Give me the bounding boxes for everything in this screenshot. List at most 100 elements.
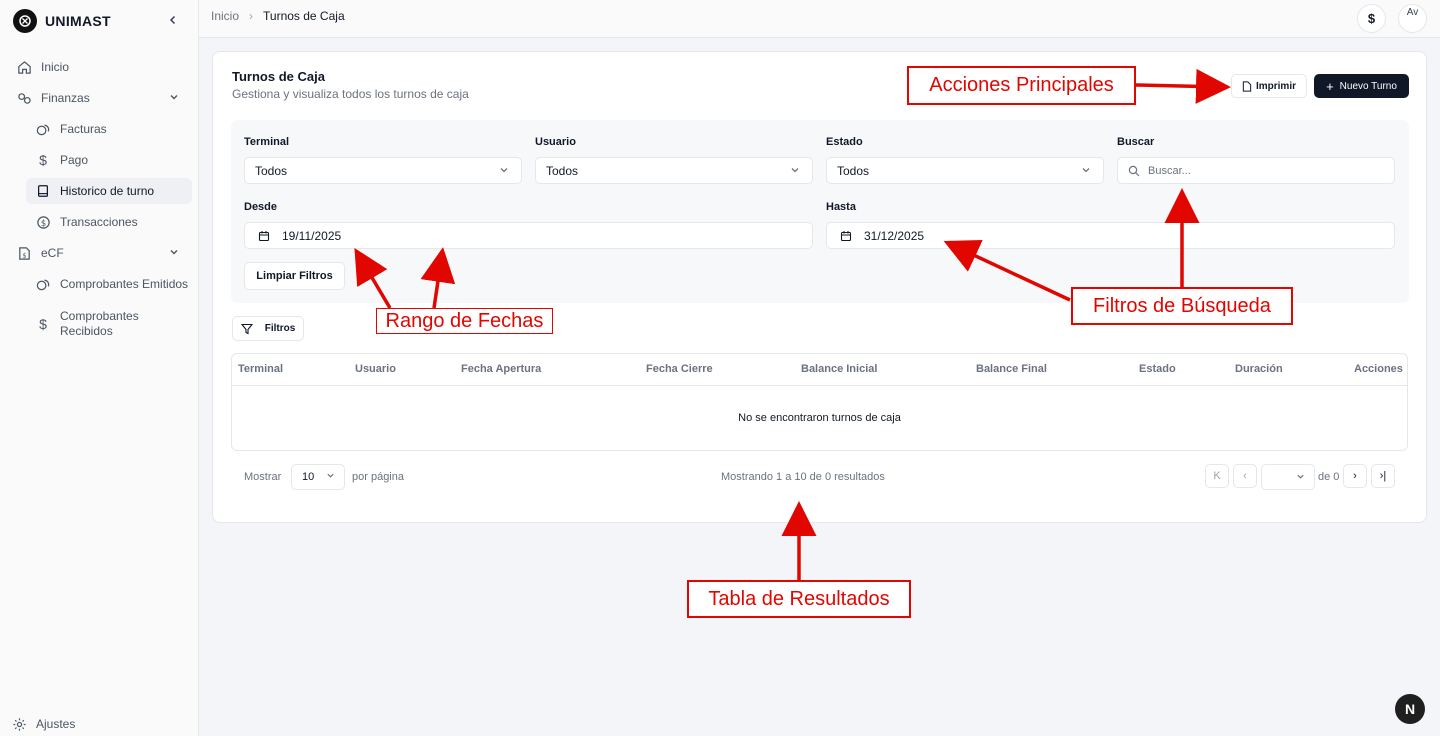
chevron-down-icon bbox=[1081, 164, 1091, 178]
sidebar-item-inicio[interactable]: Inicio bbox=[15, 54, 185, 80]
terminal-label: Terminal bbox=[244, 136, 290, 148]
results-table: Terminal Usuario Fecha Apertura Fecha Ci… bbox=[231, 353, 1408, 451]
usuario-label: Usuario bbox=[535, 136, 576, 148]
sidebar-item-label: Finanzas bbox=[41, 91, 90, 105]
coins-icon bbox=[34, 120, 52, 138]
sidebar-item-ecf[interactable]: $ eCF bbox=[15, 240, 185, 266]
estado-value: Todos bbox=[837, 163, 870, 178]
column-header[interactable]: Usuario bbox=[355, 363, 396, 375]
page-select[interactable] bbox=[1261, 464, 1315, 490]
first-page-icon[interactable]: K bbox=[1205, 464, 1229, 488]
desde-value: 19/11/2025 bbox=[282, 228, 342, 243]
column-header[interactable]: Fecha Apertura bbox=[461, 363, 541, 375]
sidebar-item-ajustes[interactable]: Ajustes bbox=[10, 711, 130, 736]
sidebar-item-label: Pago bbox=[60, 153, 89, 167]
desde-date-field[interactable]: 19/11/2025 bbox=[244, 222, 813, 249]
chevron-down-icon bbox=[1296, 470, 1305, 484]
document-dollar-icon: $ bbox=[15, 244, 33, 262]
filters-panel: Terminal Todos Usuario Todos Estado Todo… bbox=[231, 120, 1409, 303]
annotation-tabla: Tabla de Resultados bbox=[687, 580, 911, 618]
breadcrumb-home[interactable]: Inicio bbox=[211, 9, 239, 23]
terminal-value: Todos bbox=[255, 163, 288, 178]
column-header[interactable]: Fecha Cierre bbox=[646, 363, 713, 375]
sidebar-item-label: Ajustes bbox=[36, 717, 76, 731]
new-turno-label: Nuevo Turno bbox=[1339, 80, 1397, 92]
sidebar-item-label: Historico de turno bbox=[60, 184, 155, 198]
calendar-icon bbox=[840, 230, 852, 242]
sidebar-collapse-icon[interactable] bbox=[164, 10, 182, 30]
results-summary: Mostrando 1 a 10 de 0 resultados bbox=[721, 471, 885, 483]
chevron-down-icon bbox=[169, 246, 179, 260]
terminal-select[interactable]: Todos bbox=[244, 157, 522, 184]
buscar-label: Buscar bbox=[1117, 136, 1155, 148]
brand[interactable]: UNIMAST bbox=[13, 9, 111, 33]
sidebar: UNIMAST Inicio Finanzas Facturas $ Pago … bbox=[0, 0, 199, 736]
last-page-icon[interactable]: ›| bbox=[1371, 464, 1395, 488]
filter-icon bbox=[240, 323, 253, 335]
sidebar-item-historico-de-turno[interactable]: Historico de turno bbox=[26, 178, 192, 204]
currency-button[interactable]: $ bbox=[1357, 4, 1386, 33]
hasta-date-field[interactable]: 31/12/2025 bbox=[826, 222, 1395, 249]
annotation-filtros: Filtros de Búsqueda bbox=[1071, 287, 1293, 325]
sidebar-item-comprobantes-emitidos[interactable]: Comprobantes Emitidos bbox=[34, 271, 192, 297]
empty-message: No se encontraron turnos de caja bbox=[738, 412, 901, 424]
per-page-label: por página bbox=[352, 471, 404, 483]
sidebar-item-finanzas[interactable]: Finanzas bbox=[15, 85, 185, 111]
column-header[interactable]: Duración bbox=[1235, 363, 1283, 375]
filters-toggle-label: Filtros bbox=[264, 323, 296, 334]
chevron-down-icon bbox=[499, 164, 509, 178]
calendar-icon bbox=[258, 230, 270, 242]
avatar[interactable]: Av bbox=[1398, 4, 1427, 33]
breadcrumb-separator-icon: › bbox=[249, 9, 254, 23]
svg-text:$: $ bbox=[40, 217, 45, 227]
coins-icon bbox=[34, 275, 52, 293]
print-button[interactable]: Imprimir bbox=[1231, 74, 1307, 98]
sidebar-item-label: Comprobantes Emitidos bbox=[60, 277, 189, 291]
column-header[interactable]: Balance Inicial bbox=[801, 363, 877, 375]
chevron-down-icon bbox=[169, 91, 179, 105]
clear-filters-button[interactable]: Limpiar Filtros bbox=[244, 262, 345, 290]
page-size-select[interactable]: 10 bbox=[291, 464, 345, 490]
search-icon bbox=[1128, 165, 1140, 177]
topbar: Inicio › Turnos de Caja $ Av bbox=[199, 0, 1440, 38]
home-icon bbox=[15, 58, 33, 76]
sidebar-item-label: eCF bbox=[41, 246, 64, 260]
next-page-icon[interactable]: › bbox=[1343, 464, 1367, 488]
table-header: Terminal Usuario Fecha Apertura Fecha Ci… bbox=[232, 354, 1407, 386]
dollar-icon: $ bbox=[39, 152, 47, 168]
annotation-acciones: Acciones Principales bbox=[907, 66, 1136, 105]
column-header[interactable]: Acciones bbox=[1354, 363, 1403, 375]
breadcrumb-current: Turnos de Caja bbox=[263, 9, 345, 23]
chevron-down-icon bbox=[790, 164, 800, 178]
page-title: Turnos de Caja bbox=[232, 69, 325, 84]
sidebar-item-label: Comprobantes Recibidos bbox=[60, 309, 139, 338]
column-header[interactable]: Balance Final bbox=[976, 363, 1047, 375]
filters-toggle-button[interactable]: Filtros bbox=[232, 316, 304, 341]
page-subtitle: Gestiona y visualiza todos los turnos de… bbox=[232, 87, 469, 101]
plus-icon: + bbox=[1326, 78, 1334, 94]
hasta-label: Hasta bbox=[826, 201, 856, 213]
search-input[interactable]: Buscar... bbox=[1117, 157, 1395, 184]
estado-label: Estado bbox=[826, 136, 863, 148]
usuario-value: Todos bbox=[546, 163, 579, 178]
brand-logo-icon bbox=[13, 9, 37, 33]
sidebar-item-transacciones[interactable]: $ Transacciones bbox=[34, 209, 192, 235]
search-placeholder: Buscar... bbox=[1148, 164, 1191, 177]
desde-label: Desde bbox=[244, 201, 278, 213]
column-header[interactable]: Estado bbox=[1139, 363, 1176, 375]
sidebar-item-pago[interactable]: $ Pago bbox=[34, 147, 192, 173]
sidebar-item-comprobantes-recibidos[interactable]: $ Comprobantes Recibidos bbox=[34, 307, 154, 341]
assistant-button[interactable]: N bbox=[1395, 694, 1425, 724]
page-size-value: 10 bbox=[302, 471, 315, 483]
column-header[interactable]: Terminal bbox=[238, 363, 283, 375]
brand-name: UNIMAST bbox=[45, 13, 111, 29]
annotation-fechas: Rango de Fechas bbox=[376, 308, 553, 334]
prev-page-icon[interactable]: ‹ bbox=[1233, 464, 1257, 488]
usuario-select[interactable]: Todos bbox=[535, 157, 813, 184]
dollar-icon: $ bbox=[39, 315, 47, 332]
book-icon bbox=[34, 182, 52, 200]
estado-select[interactable]: Todos bbox=[826, 157, 1104, 184]
new-turno-button[interactable]: + Nuevo Turno bbox=[1314, 74, 1409, 98]
sidebar-item-facturas[interactable]: Facturas bbox=[34, 116, 192, 142]
sidebar-item-label: Transacciones bbox=[60, 215, 138, 229]
